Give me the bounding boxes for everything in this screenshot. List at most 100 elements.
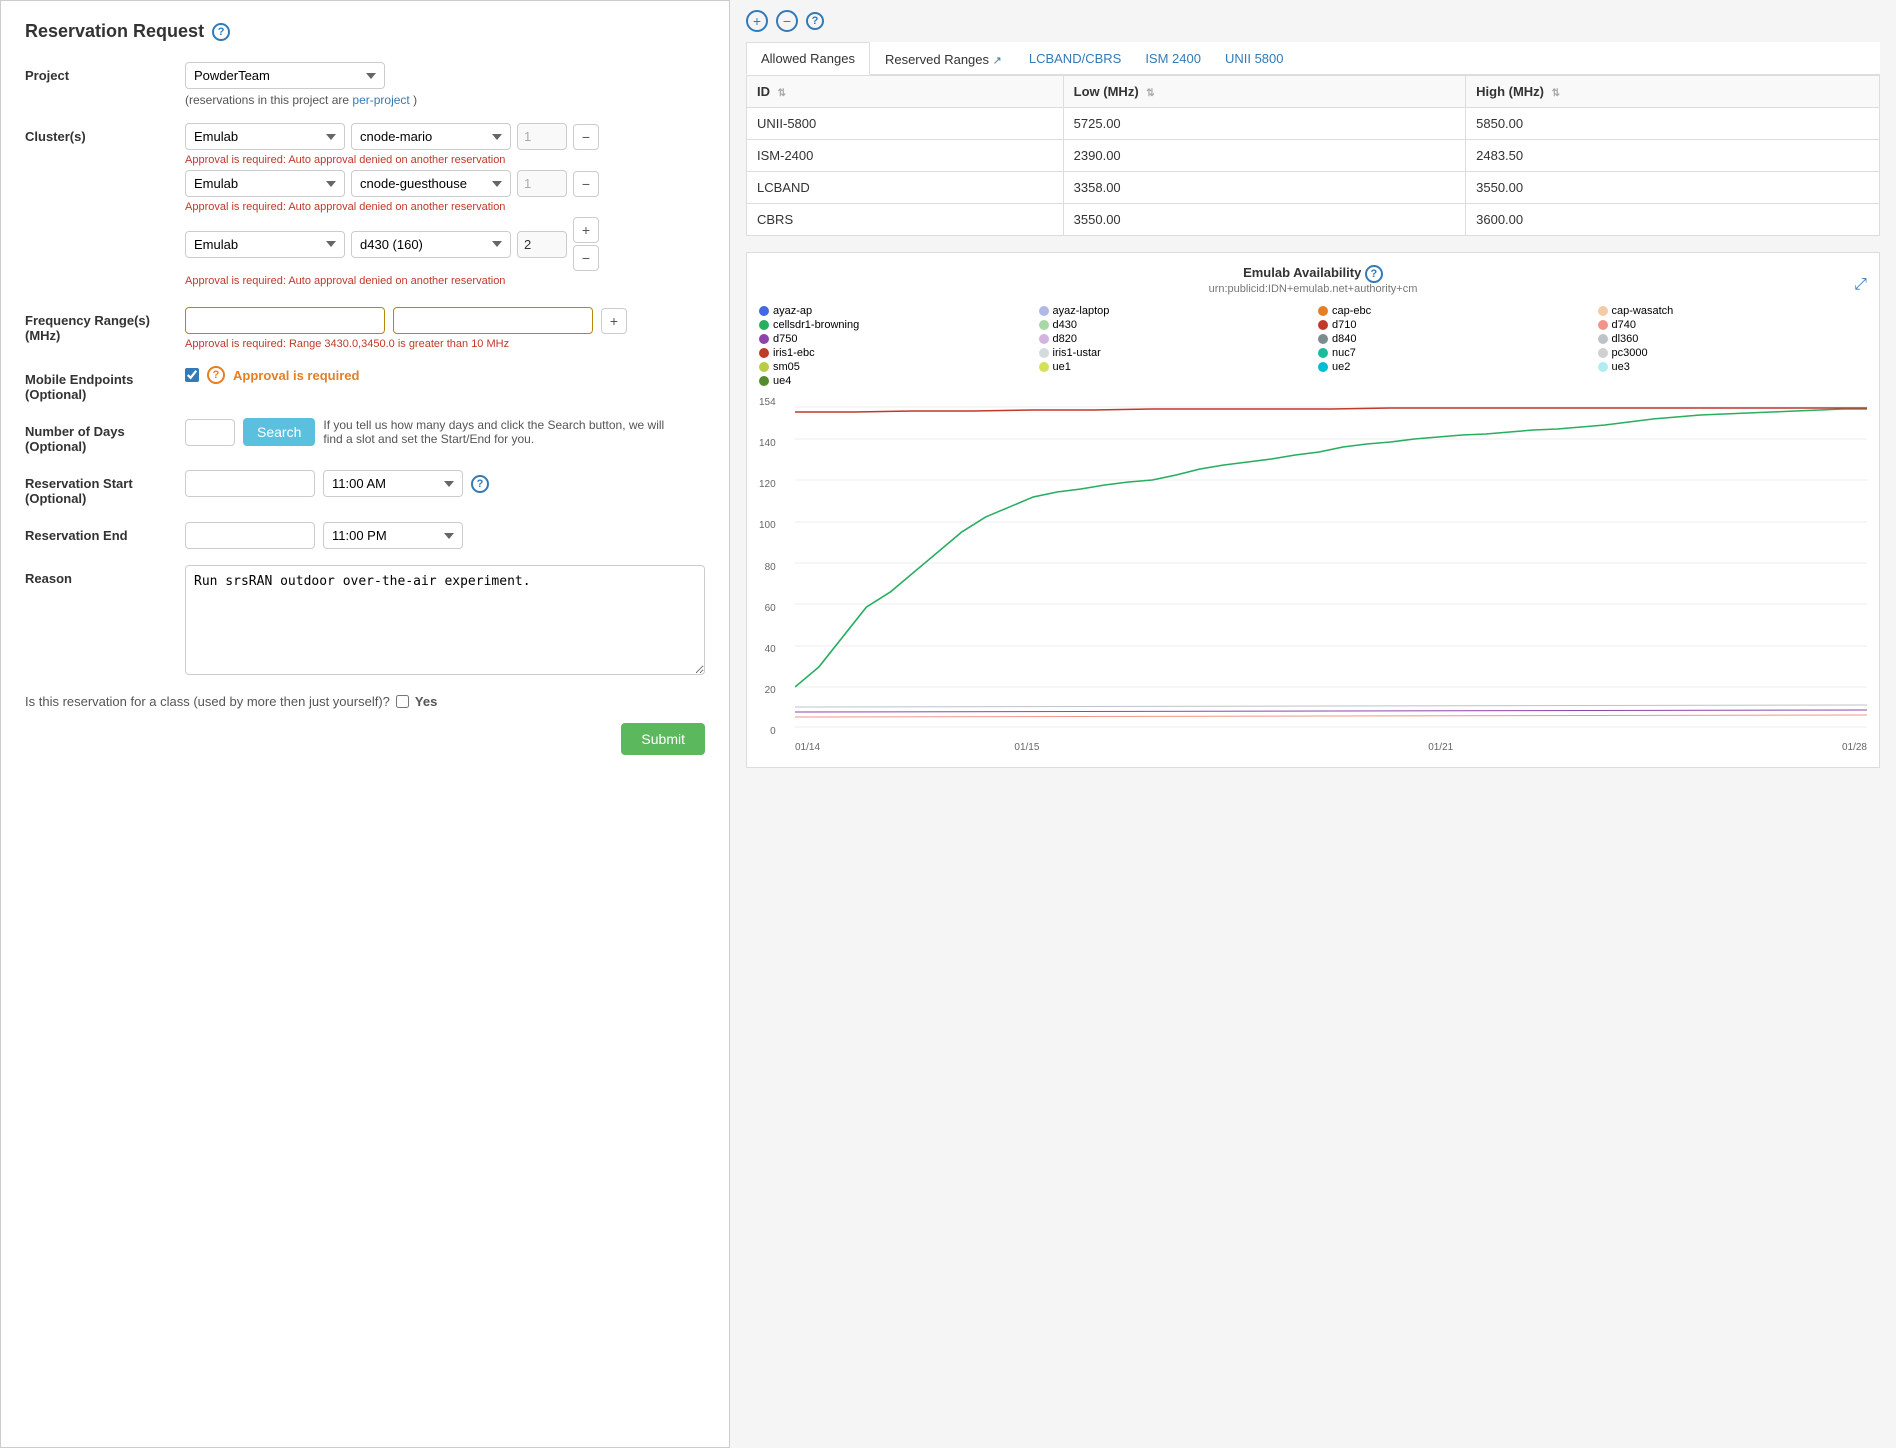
days-inputs-row: 0 Search If you tell us how many days an… [185, 418, 705, 446]
table-row: UNII-5800 5725.00 5850.00 [747, 108, 1880, 140]
freq-low-input[interactable]: 3430.0 [185, 307, 385, 334]
tabs-row: Allowed Ranges Reserved Ranges ↗ LCBAND/… [746, 42, 1880, 75]
freq-add-button[interactable]: + [601, 308, 627, 334]
col-id[interactable]: ID ⇅ [747, 76, 1064, 108]
res-start-help-icon[interactable]: ? [471, 475, 489, 493]
freq-warning: Approval is required: Range 3430.0,3450.… [185, 338, 705, 350]
legend-dot [1598, 320, 1608, 330]
chart-title: Emulab Availability ? [981, 265, 1646, 283]
tab-reserved-ranges[interactable]: Reserved Ranges ↗ [870, 43, 1017, 75]
legend-label: sm05 [773, 361, 800, 373]
cluster-count-down-3[interactable]: − [573, 245, 599, 271]
res-end-time[interactable]: 11:00 PM [323, 522, 463, 549]
tab-lcband-cbrs[interactable]: LCBAND/CBRS [1017, 43, 1133, 74]
res-end-date[interactable]: 01/14/2025 [185, 522, 315, 549]
col-low[interactable]: Low (MHz) ⇅ [1063, 76, 1465, 108]
legend-label: ue1 [1053, 361, 1071, 373]
res-start-inputs: 01/14/2025 11:00 AM ? [185, 470, 705, 497]
freq-inputs-row: 3430.0 3450.0 + [185, 307, 705, 334]
help-icon[interactable]: ? [212, 23, 230, 41]
frequency-label: Frequency Range(s)(MHz) [25, 307, 185, 343]
legend-item: iris1-ustar [1039, 347, 1309, 359]
reason-row: Reason Run srsRAN outdoor over-the-air e… [25, 565, 705, 678]
submit-row: Submit [25, 723, 705, 755]
col-high[interactable]: High (MHz) ⇅ [1466, 76, 1880, 108]
legend-label: cap-ebc [1332, 305, 1371, 317]
mobile-checkbox[interactable] [185, 368, 199, 382]
mobile-row: Mobile Endpoints(Optional) ? Approval is… [25, 366, 705, 402]
project-select[interactable]: PowderTeam [185, 62, 385, 89]
submit-button[interactable]: Submit [621, 723, 705, 755]
fullscreen-icon[interactable]: ⤢ [1854, 276, 1867, 294]
per-project-link[interactable]: per-project [352, 93, 409, 107]
legend-item: d740 [1598, 319, 1868, 331]
zoom-out-icon[interactable]: − [776, 10, 798, 32]
legend-label: d820 [1053, 333, 1077, 345]
legend-label: d710 [1332, 319, 1356, 331]
zoom-in-icon[interactable]: + [746, 10, 768, 32]
res-end-label: Reservation End [25, 522, 185, 543]
cluster-count-1[interactable] [517, 123, 567, 150]
legend-item: dl360 [1598, 333, 1868, 345]
days-input[interactable]: 0 [185, 419, 235, 446]
node-select-3[interactable]: d430 (160) [351, 231, 511, 258]
freq-high-input[interactable]: 3450.0 [393, 307, 593, 334]
days-row: Number of Days(Optional) 0 Search If you… [25, 418, 705, 454]
legend-label: iris1-ebc [773, 347, 815, 359]
legend-label: ue2 [1332, 361, 1350, 373]
clusters-label: Cluster(s) [25, 123, 185, 144]
cluster-count-up-3[interactable]: + [573, 217, 599, 243]
class-note-text: Is this reservation for a class (used by… [25, 694, 390, 709]
project-content: PowderTeam (reservations in this project… [185, 62, 705, 107]
node-select-2[interactable]: cnode-guesthouse [351, 170, 511, 197]
legend-dot [1598, 362, 1608, 372]
cluster-row-1: Emulab cnode-mario − [185, 123, 705, 150]
cluster-select-1[interactable]: Emulab [185, 123, 345, 150]
cluster-count-2[interactable] [517, 170, 567, 197]
cluster-count-3[interactable] [517, 231, 567, 258]
cell-high: 3550.00 [1466, 172, 1880, 204]
y-label-60: 60 [759, 603, 776, 614]
cluster-row-2: Emulab cnode-guesthouse − [185, 170, 705, 197]
legend-dot [1318, 306, 1328, 316]
chart-help-icon[interactable]: ? [806, 12, 824, 30]
page-title: Reservation Request ? [25, 21, 705, 42]
table-row: ISM-2400 2390.00 2483.50 [747, 140, 1880, 172]
legend-dot [1039, 306, 1049, 316]
res-start-date[interactable]: 01/14/2025 [185, 470, 315, 497]
y-label-154: 154 [759, 397, 776, 408]
cell-high: 2483.50 [1466, 140, 1880, 172]
cell-id: CBRS [747, 204, 1064, 236]
search-button[interactable]: Search [243, 418, 315, 446]
mobile-help-icon[interactable]: ? [207, 366, 225, 384]
days-label: Number of Days(Optional) [25, 418, 185, 454]
reserved-ranges-icon: ↗ [993, 55, 1002, 67]
legend-dot [1598, 306, 1608, 316]
legend-dot [1039, 348, 1049, 358]
node-select-1[interactable]: cnode-mario [351, 123, 511, 150]
clusters-content: Emulab cnode-mario − Approval is require… [185, 123, 705, 291]
legend-item: d750 [759, 333, 1029, 345]
legend-label: d740 [1612, 319, 1636, 331]
legend-label: cellsdr1-browning [773, 319, 859, 331]
y-label-0: 0 [759, 726, 776, 737]
res-start-label: Reservation Start(Optional) [25, 470, 185, 506]
chart-title-help[interactable]: ? [1365, 265, 1383, 283]
class-checkbox[interactable] [396, 695, 409, 708]
cluster-remove-1[interactable]: − [573, 124, 599, 150]
reason-textarea[interactable]: Run srsRAN outdoor over-the-air experime… [185, 565, 705, 675]
legend-dot [1318, 320, 1328, 330]
cluster-remove-2[interactable]: − [573, 171, 599, 197]
cluster-select-3[interactable]: Emulab [185, 231, 345, 258]
title-text: Reservation Request [25, 21, 204, 42]
legend-item: iris1-ebc [759, 347, 1029, 359]
mobile-inputs-row: ? Approval is required [185, 366, 705, 384]
cell-low: 3358.00 [1063, 172, 1465, 204]
legend-dot [1039, 320, 1049, 330]
tab-ism-2400[interactable]: ISM 2400 [1133, 43, 1213, 74]
tab-allowed-ranges[interactable]: Allowed Ranges [746, 42, 870, 75]
cluster-select-2[interactable]: Emulab [185, 170, 345, 197]
legend-dot [759, 376, 769, 386]
res-start-time[interactable]: 11:00 AM [323, 470, 463, 497]
tab-unii-5800[interactable]: UNII 5800 [1213, 43, 1296, 74]
